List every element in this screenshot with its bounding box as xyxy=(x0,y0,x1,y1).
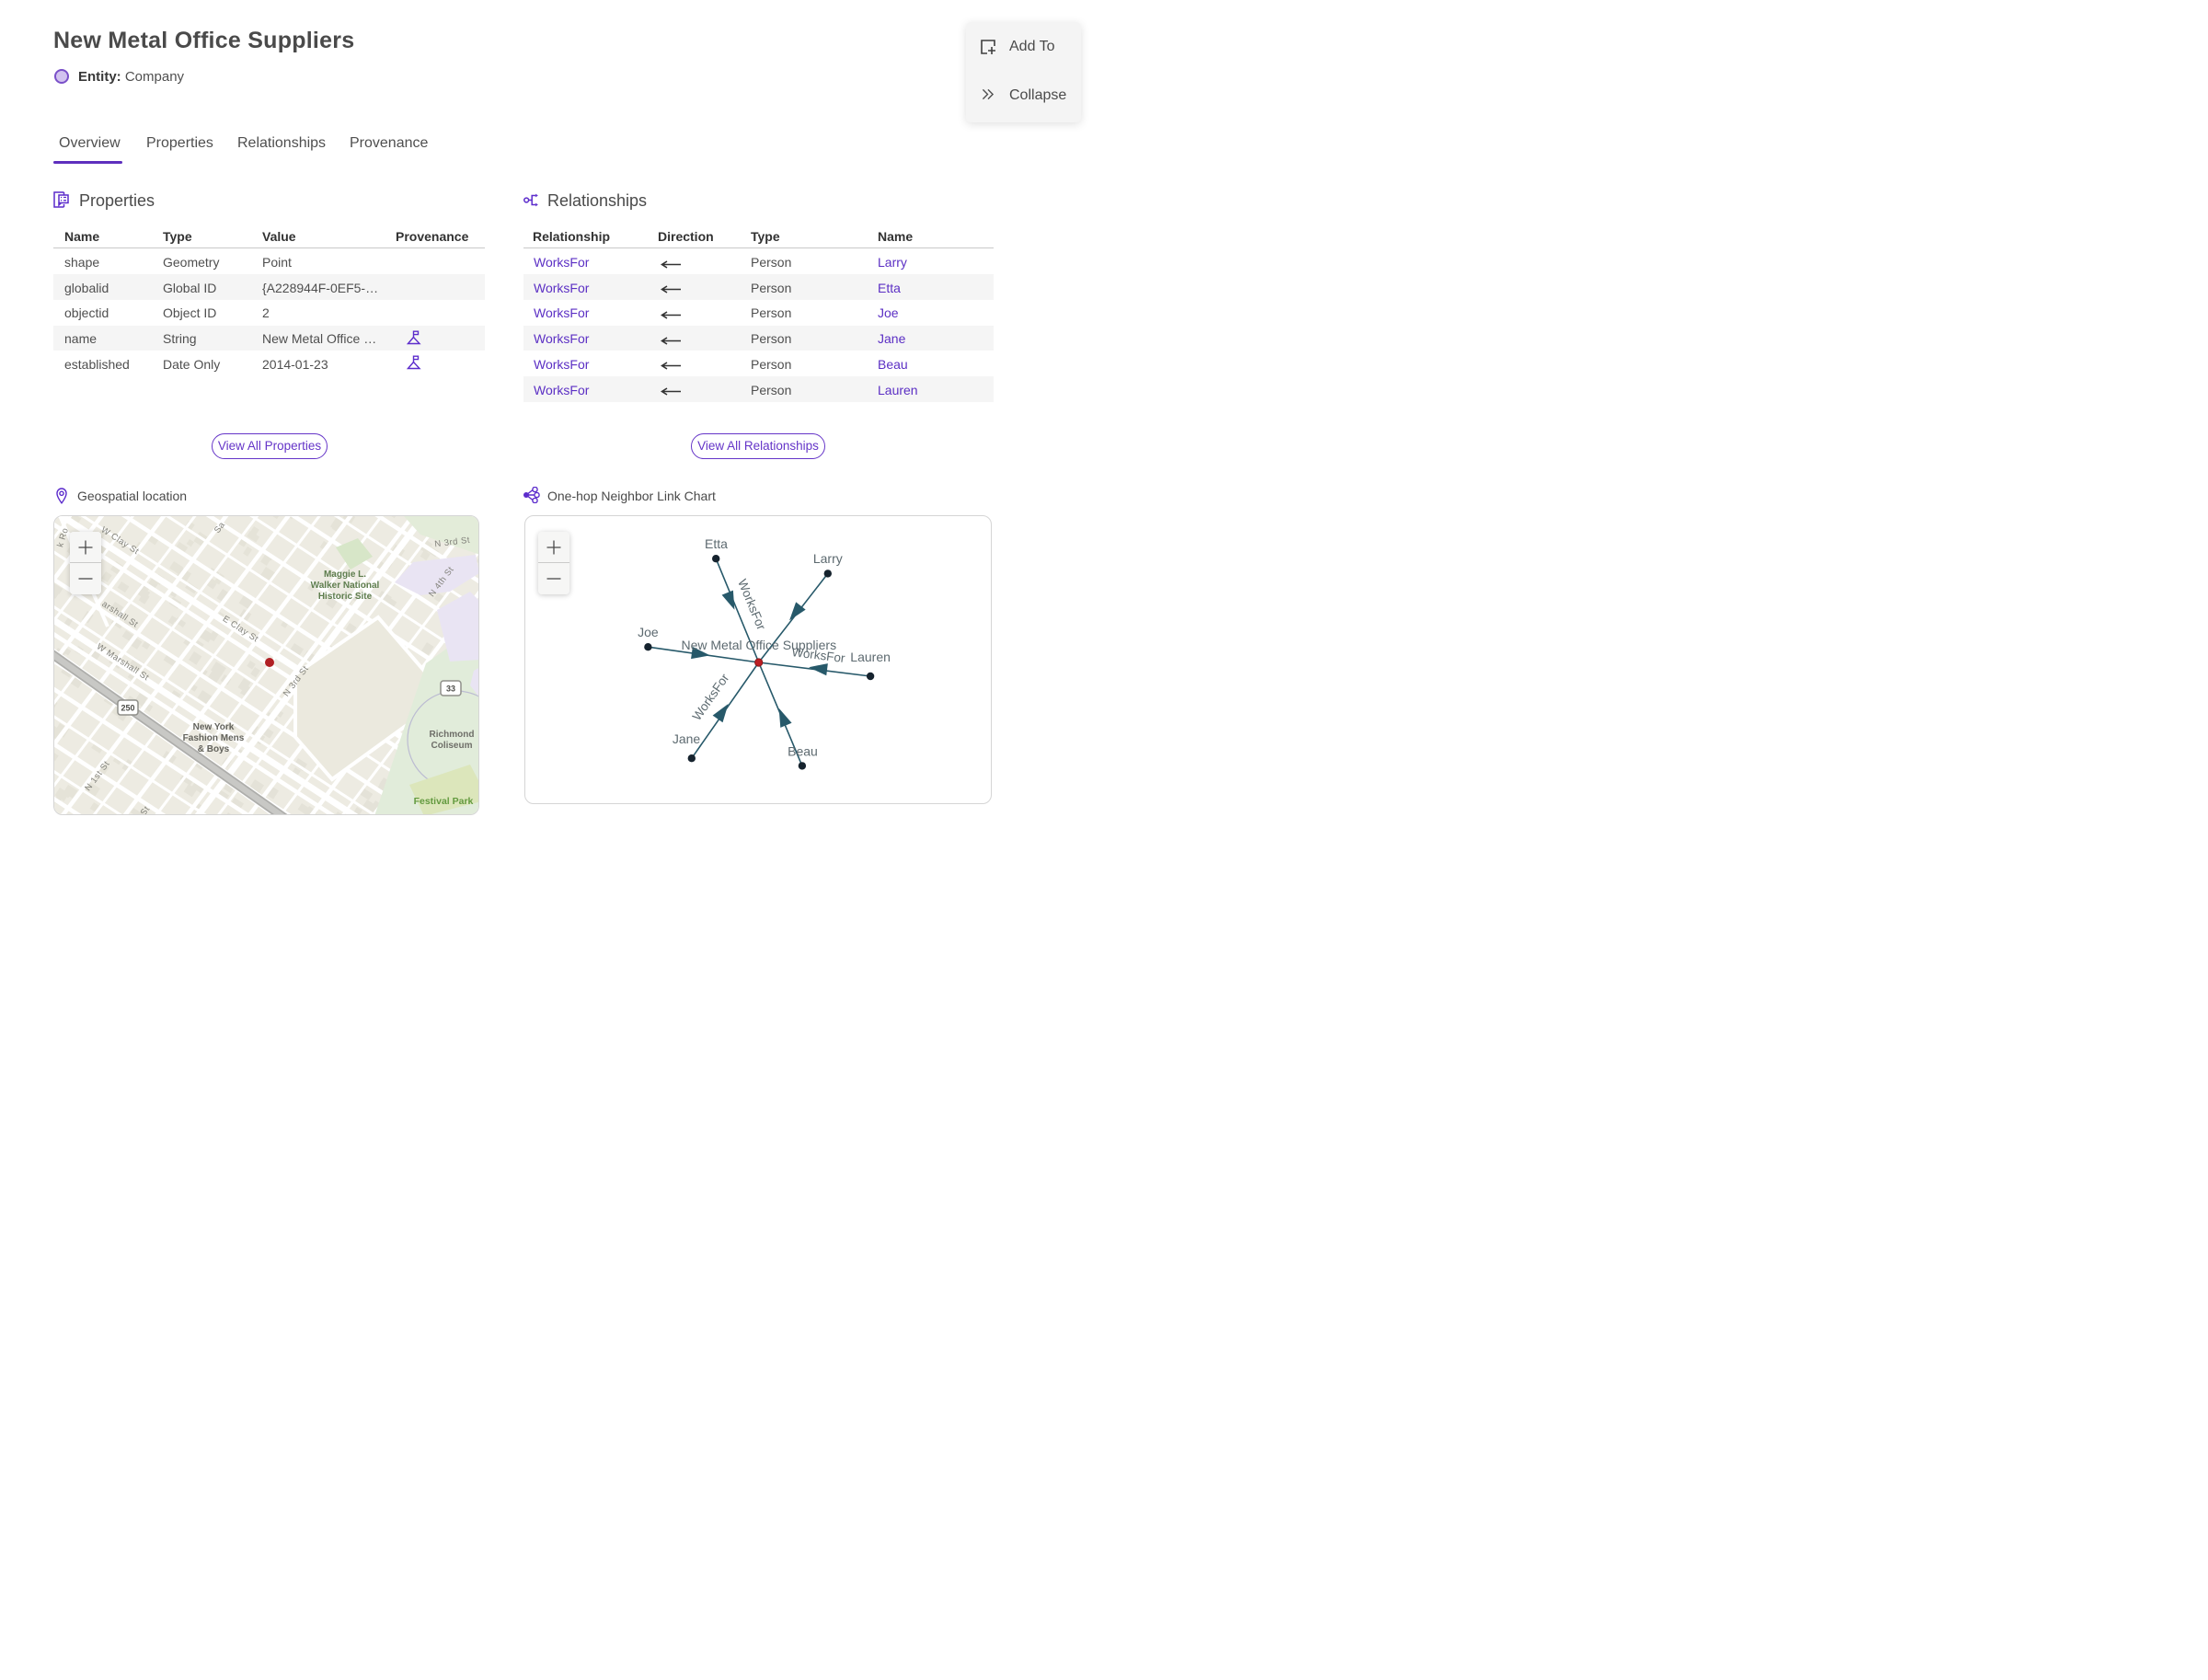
svg-text:WorksFor: WorksFor xyxy=(690,671,732,723)
svg-text:WorksFor: WorksFor xyxy=(791,645,846,665)
svg-text:Larry: Larry xyxy=(813,551,843,566)
svg-text:Etta: Etta xyxy=(705,536,728,551)
svg-text:Lauren: Lauren xyxy=(850,650,891,664)
svg-text:Festival Park: Festival Park xyxy=(414,796,474,807)
svg-text:Joe: Joe xyxy=(638,625,659,639)
svg-text:RichmondColiseum: Richmond Coliseum xyxy=(430,730,475,751)
svg-text:250: 250 xyxy=(121,704,134,713)
svg-text:33: 33 xyxy=(446,685,455,694)
svg-text:WorksFor: WorksFor xyxy=(735,577,768,632)
svg-text:Jane: Jane xyxy=(673,731,701,746)
svg-text:Beau: Beau xyxy=(788,744,818,759)
